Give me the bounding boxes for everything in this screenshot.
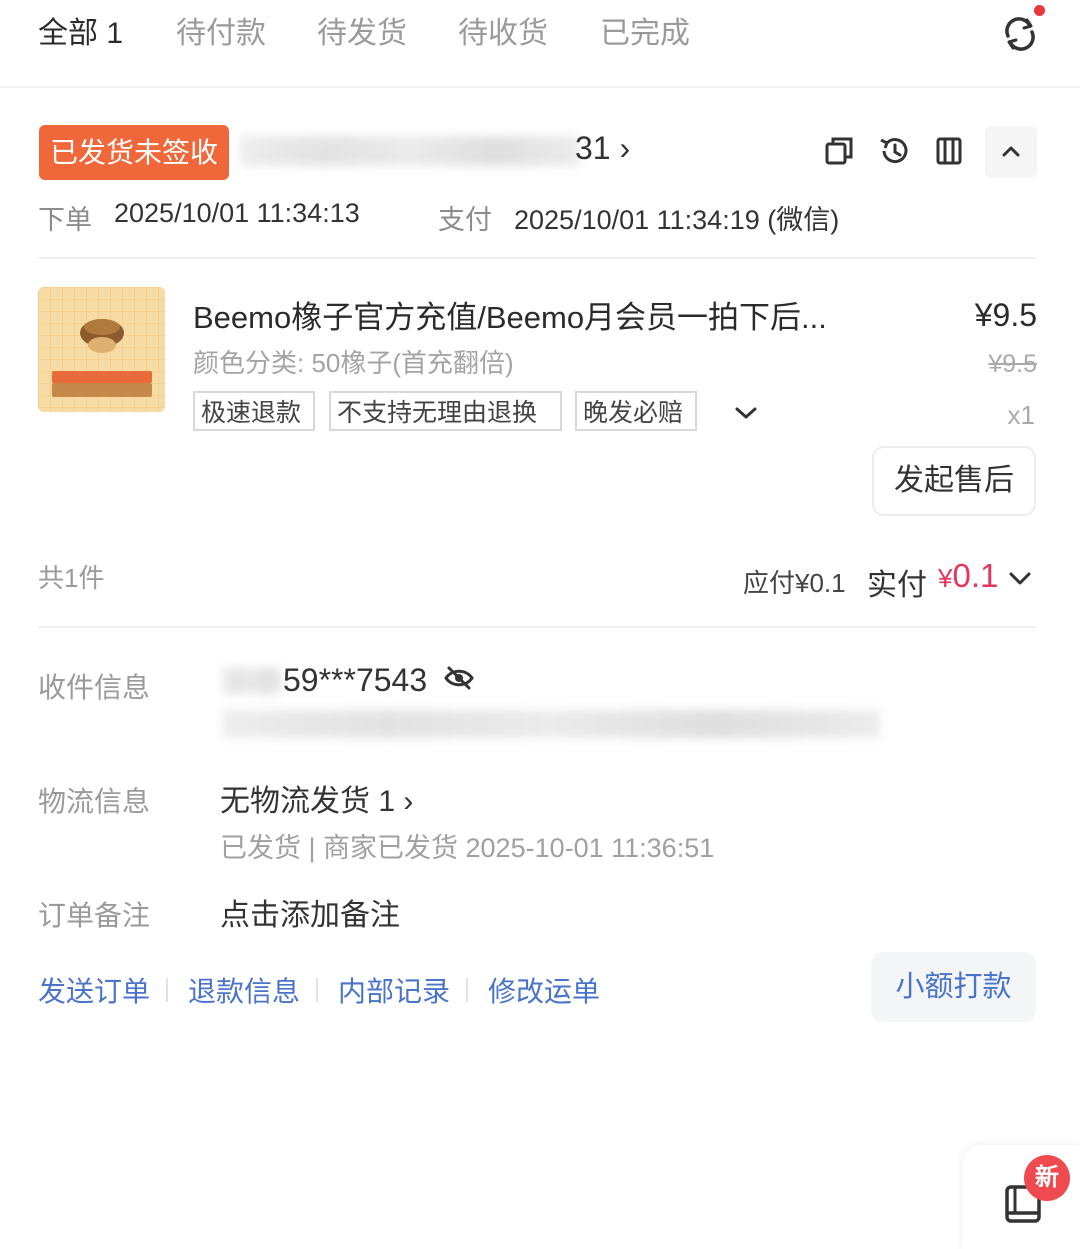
product-thumbnail[interactable] <box>38 287 165 412</box>
product-price: ¥9.5 <box>974 297 1037 333</box>
product-original-price: ¥9.5 <box>988 350 1037 378</box>
product-image <box>52 319 152 397</box>
chevron-down-icon[interactable] <box>1006 567 1034 589</box>
logistics-status: 已发货 | 商家已发货 2025-10-01 11:36:51 <box>220 833 715 863</box>
paid-label: 实付 <box>867 569 927 602</box>
refund-info-link[interactable]: 退款信息 <box>188 970 300 1010</box>
chevron-up-icon <box>1002 146 1020 157</box>
receiver-phone: 59***7543 <box>283 662 428 698</box>
separator <box>316 978 318 1002</box>
pay-time-label: 支付 <box>438 205 492 235</box>
remark-label: 订单备注 <box>38 900 151 931</box>
paid-amount-value: 0.1 <box>952 557 999 594</box>
after-sale-button[interactable]: 发起售后 <box>872 446 1036 516</box>
order-time: 2025/10/01 11:34:13 <box>114 198 360 228</box>
notification-dot <box>1034 5 1045 16</box>
order-status-badge: 已发货未签收 <box>39 125 229 180</box>
separator <box>166 978 168 1002</box>
product-quantity: x1 <box>1007 400 1035 430</box>
logistics-link[interactable]: 无物流发货 1 › <box>220 776 413 820</box>
receiver-address-redacted <box>222 710 880 738</box>
order-tabs: 全部 1 待付款 待发货 待收货 已完成 <box>0 0 1080 88</box>
collapse-button[interactable] <box>985 126 1037 178</box>
item-count: 共1件 <box>38 563 105 593</box>
panel-icon[interactable] <box>932 134 966 168</box>
add-remark-link[interactable]: 点击添加备注 <box>220 890 400 934</box>
order-id-redacted <box>240 136 580 166</box>
payable-amount: 应付¥0.1 <box>743 568 846 598</box>
product-title[interactable]: Beemo橡子官方充值/Beemo月会员一拍下后... <box>193 292 827 337</box>
tab-all[interactable]: 全部 1 <box>38 14 123 54</box>
separator <box>466 978 468 1002</box>
small-payment-button[interactable]: 小额打款 <box>871 952 1036 1022</box>
receiver-name-redacted <box>222 668 282 694</box>
order-id-suffix: 31 <box>575 130 611 166</box>
receiver-label: 收件信息 <box>38 672 151 703</box>
paid-currency: ¥ <box>938 563 953 593</box>
tab-completed[interactable]: 已完成 <box>600 14 690 54</box>
refresh-icon[interactable] <box>1000 14 1040 54</box>
new-badge: 新 <box>1024 1155 1070 1201</box>
eye-off-icon[interactable] <box>443 665 475 691</box>
chevron-right-icon: › <box>403 785 414 818</box>
order-time-label: 下单 <box>38 205 92 235</box>
chevron-right-icon: › <box>619 130 631 166</box>
logistics-value: 无物流发货 1 <box>220 785 396 818</box>
tag-late-compensation: 晚发必赔 <box>575 391 697 431</box>
history-icon[interactable] <box>877 134 911 168</box>
paid-amount: ¥0.1 <box>938 557 998 595</box>
divider <box>38 626 1036 628</box>
logistics-label: 物流信息 <box>38 786 151 817</box>
pay-time: 2025/10/01 11:34:19 (微信) <box>514 205 840 235</box>
tag-fast-refund: 极速退款 <box>193 391 315 431</box>
copy-icon[interactable] <box>822 134 856 168</box>
chevron-down-icon[interactable] <box>733 403 759 423</box>
tag-no-return: 不支持无理由退换 <box>329 391 562 431</box>
send-order-link[interactable]: 发送订单 <box>38 970 150 1010</box>
divider <box>38 257 1036 259</box>
order-id-link[interactable]: 31 › <box>575 130 630 167</box>
tab-pending-receipt[interactable]: 待收货 <box>458 14 548 54</box>
tab-pending-shipment[interactable]: 待发货 <box>317 14 407 54</box>
product-spec: 颜色分类: 50橡子(首充翻倍) <box>193 348 514 378</box>
internal-record-link[interactable]: 内部记录 <box>338 970 450 1010</box>
modify-waybill-link[interactable]: 修改运单 <box>488 970 600 1010</box>
tab-pending-payment[interactable]: 待付款 <box>176 14 266 54</box>
